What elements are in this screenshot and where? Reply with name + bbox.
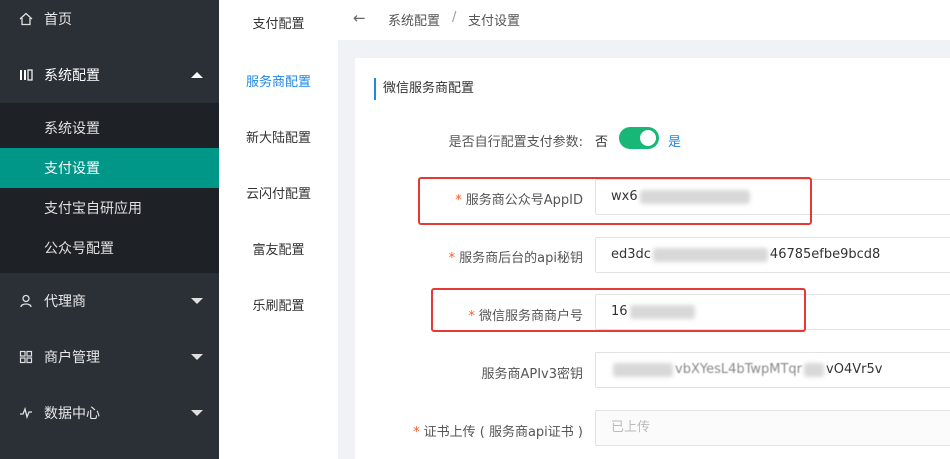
highlight-box-mch-id xyxy=(431,288,806,332)
sidebar-item-agent[interactable]: 代理商 xyxy=(0,273,219,329)
tab-service-provider-config[interactable]: 服务商配置 xyxy=(219,71,338,90)
main-sidebar: 首页 系统配置 系统设置 支付设置 支付宝自研应用 公众号配置 代理商 商户管理… xyxy=(0,0,219,459)
toggle-no-label: 否 xyxy=(595,135,609,150)
breadcrumb-system-config[interactable]: 系统配置 xyxy=(388,10,440,29)
api-secret-prefix: ed3dc xyxy=(611,247,651,262)
toggle-knob xyxy=(640,130,656,146)
sidebar-subitem-label: 支付设置 xyxy=(44,161,100,177)
settings-grid-icon xyxy=(18,67,34,83)
sidebar-subitem-payment-settings[interactable]: 支付设置 xyxy=(0,148,219,188)
sidebar-item-label: 数据中心 xyxy=(44,406,100,422)
chevron-down-icon xyxy=(191,410,203,416)
api-secret-label: * 服务商后台的api秘钥 xyxy=(448,251,583,266)
sidebar-item-label: 首页 xyxy=(44,12,72,28)
breadcrumb-payment-settings: 支付设置 xyxy=(468,14,521,29)
user-icon xyxy=(18,293,34,309)
sidebar-item-home[interactable]: 首页 xyxy=(0,0,219,47)
sidebar-subitem-official-account[interactable]: 公众号配置 xyxy=(0,228,219,268)
sidebar-item-label: 系统配置 xyxy=(44,68,100,84)
chart-line-icon xyxy=(18,405,34,421)
payment-config-nav: 支付配置 服务商配置 新大陆配置 云闪付配置 富友配置 乐刷配置 xyxy=(219,0,338,459)
sidebar-subitem-label: 支付宝自研应用 xyxy=(44,201,142,217)
chevron-down-icon xyxy=(191,354,203,360)
system-config-submenu: 系统设置 支付设置 支付宝自研应用 公众号配置 xyxy=(0,103,219,273)
sidebar-subitem-system-settings[interactable]: 系统设置 xyxy=(0,108,219,148)
cert-upload-label: * 证书上传 ( 服务商api证书 ) xyxy=(413,425,583,440)
apiv3-input[interactable]: vbXYesL4bTwpMTqr vO4Vr5v xyxy=(595,352,950,388)
toggle-yes-label: 是 xyxy=(668,135,682,150)
sidebar-subitem-label: 公众号配置 xyxy=(44,241,114,257)
chevron-up-icon xyxy=(191,72,203,78)
tab-payment-config[interactable]: 支付配置 xyxy=(219,13,338,32)
apiv3-label: 服务商APIv3密钥 xyxy=(481,367,583,382)
cert-upload-input: 已上传 xyxy=(595,410,950,446)
sidebar-item-label: 商户管理 xyxy=(44,350,100,366)
tab-leshua-config[interactable]: 乐刷配置 xyxy=(219,295,338,314)
tab-fuyou-config[interactable]: 富友配置 xyxy=(219,239,338,258)
sidebar-item-label: 代理商 xyxy=(44,294,86,310)
section-title: 微信服务商配置 xyxy=(374,78,474,100)
back-arrow-icon[interactable]: ← xyxy=(353,9,366,27)
apiv3-suffix: vO4Vr5v xyxy=(826,362,883,377)
sidebar-subitem-alipay-app[interactable]: 支付宝自研应用 xyxy=(0,188,219,228)
sidebar-subitem-label: 系统设置 xyxy=(44,121,100,137)
chevron-down-icon xyxy=(191,298,203,304)
apiv3-visible: vbXYesL4bTwpMTqr xyxy=(675,362,803,377)
tab-unionpay-config[interactable]: 云闪付配置 xyxy=(219,183,338,202)
highlight-box-appid xyxy=(418,177,812,225)
home-icon xyxy=(18,11,34,27)
sidebar-item-merchant[interactable]: 商户管理 xyxy=(0,329,219,385)
sidebar-item-data-center[interactable]: 数据中心 xyxy=(0,385,219,441)
breadcrumb-bar: ← 系统配置 / 支付设置 xyxy=(338,0,950,40)
breadcrumb-separator: / xyxy=(452,10,457,25)
tab-newland-config[interactable]: 新大陆配置 xyxy=(219,127,338,146)
api-secret-suffix: 46785efbe9bcd8 xyxy=(769,247,881,262)
grid-icon xyxy=(18,349,34,365)
self-config-label: 是否自行配置支付参数: xyxy=(448,135,583,150)
sidebar-item-system-config[interactable]: 系统配置 xyxy=(0,47,219,103)
wechat-provider-form: 微信服务商配置 是否自行配置支付参数: 否 是 * 服务商公众号AppID wx6… xyxy=(355,58,950,459)
api-secret-input[interactable]: ed3dc 46785efbe9bcd8 xyxy=(595,237,950,273)
self-config-toggle[interactable] xyxy=(619,127,659,149)
